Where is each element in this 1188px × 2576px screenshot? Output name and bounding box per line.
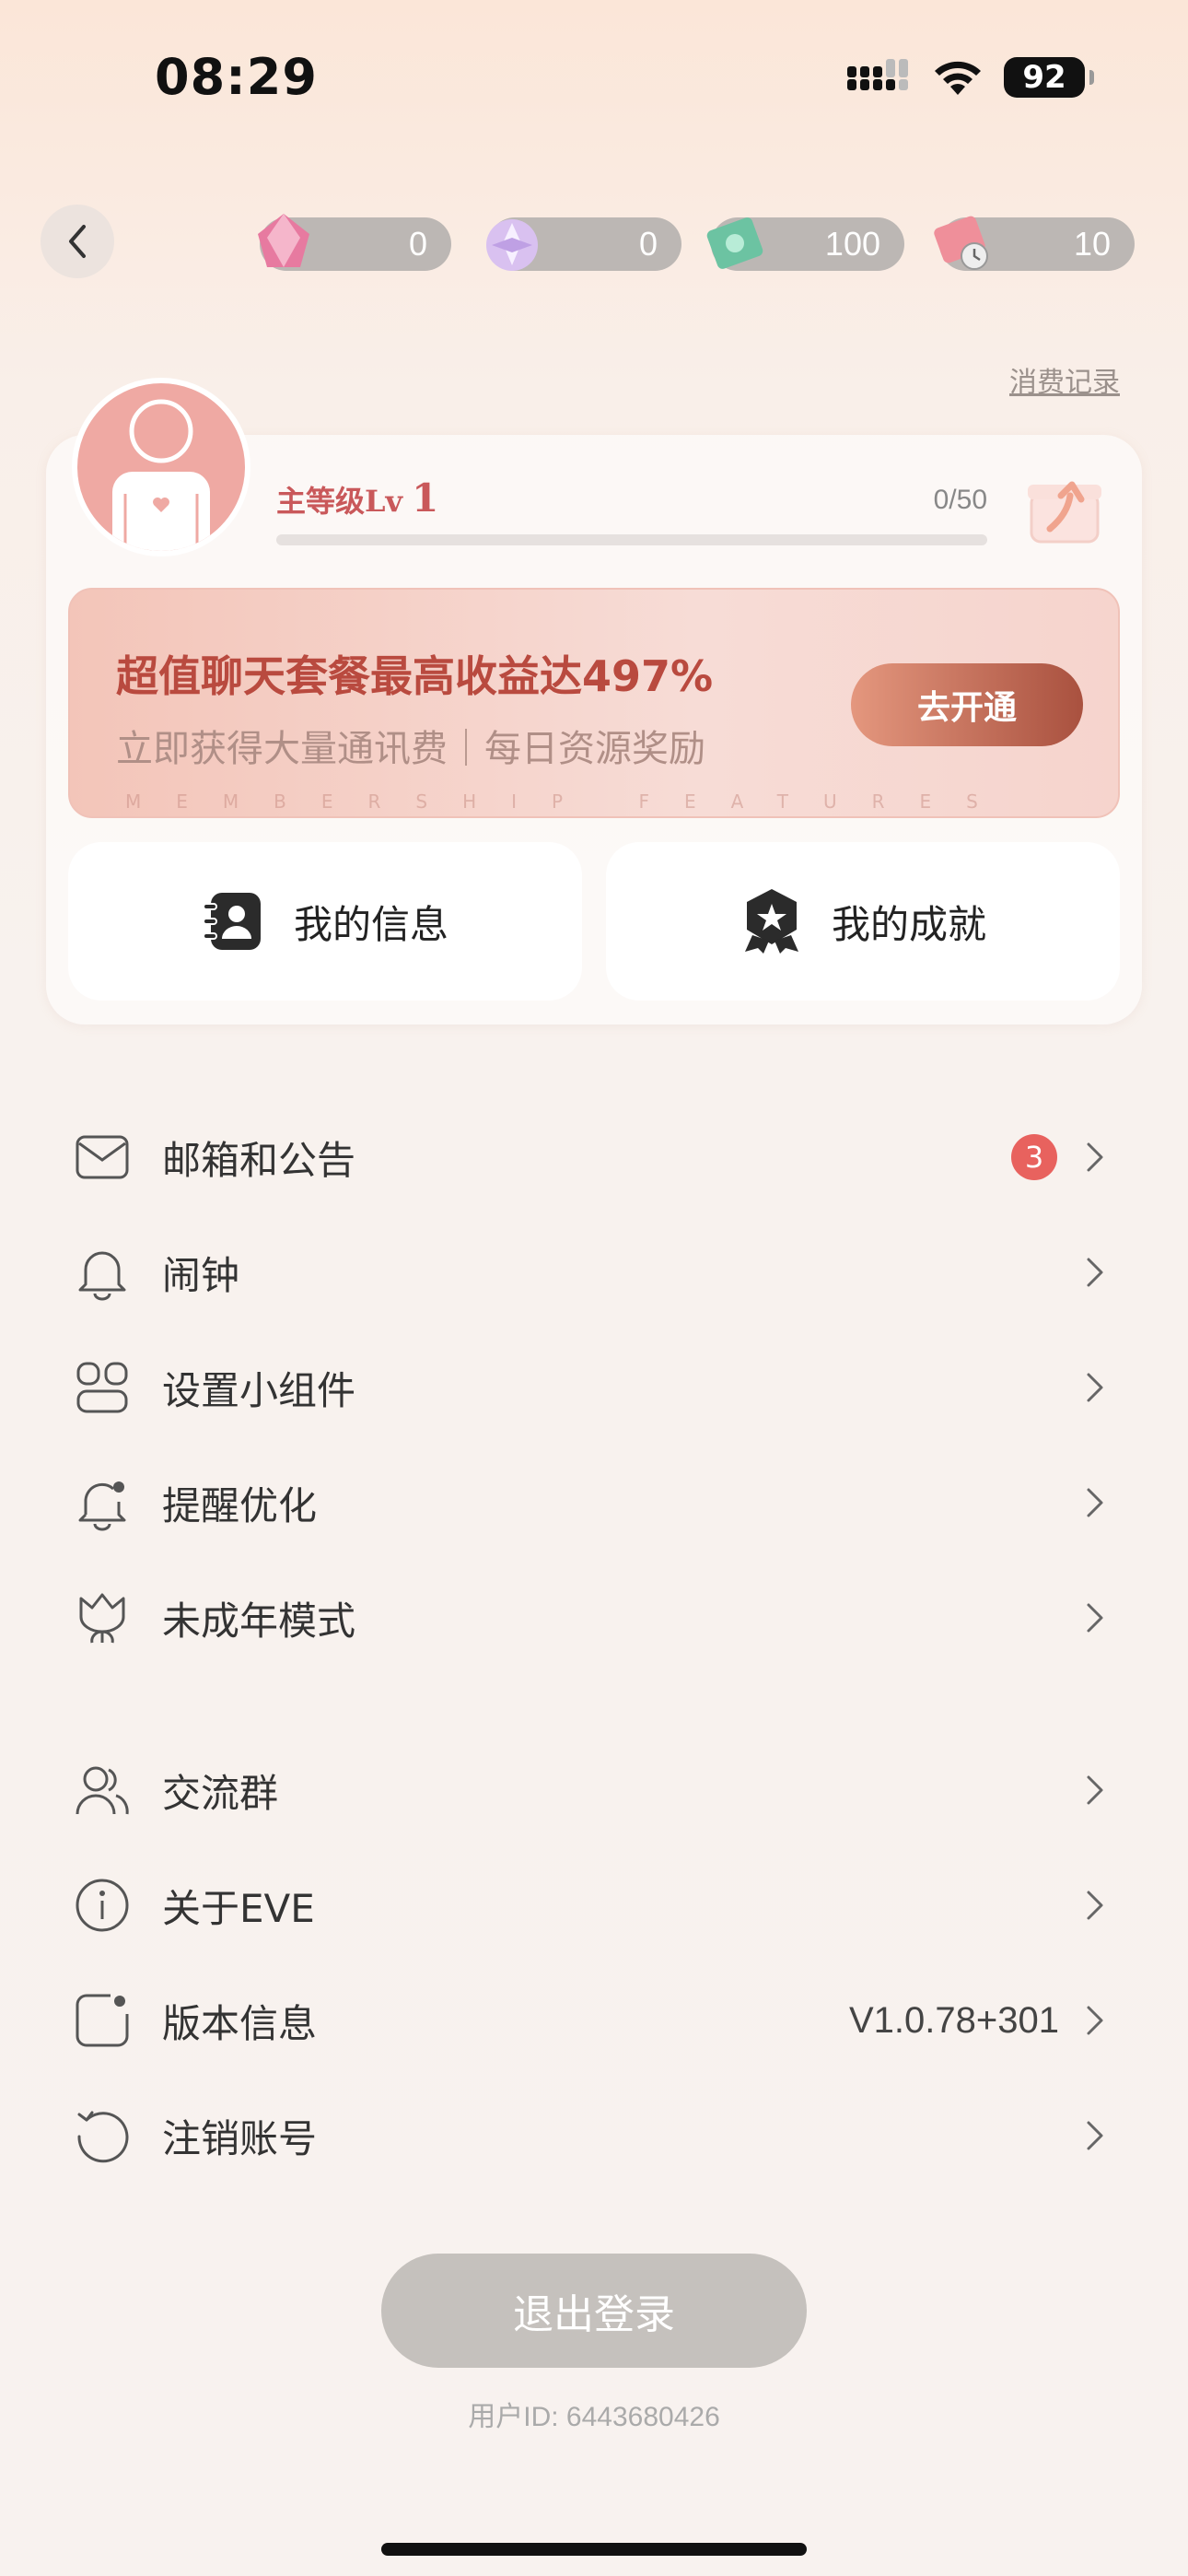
achievement-badge-icon bbox=[744, 889, 798, 954]
battery-indicator: 92 bbox=[1004, 57, 1094, 98]
currency-value: 100 bbox=[824, 225, 880, 263]
chevron-right-icon bbox=[1087, 1488, 1103, 1517]
menu-label: 设置小组件 bbox=[162, 1367, 356, 1413]
menu-label: 关于EVE bbox=[162, 1885, 315, 1931]
home-indicator[interactable] bbox=[381, 2543, 807, 2556]
menu-label: 提醒优化 bbox=[162, 1482, 318, 1528]
user-id-text: 用户ID: 6443680426 bbox=[468, 2402, 720, 2432]
level-number: 1 bbox=[412, 475, 439, 521]
chevron-right-icon bbox=[1087, 1891, 1103, 1920]
chevron-right-icon bbox=[1087, 1373, 1103, 1402]
mail-icon bbox=[72, 1127, 133, 1188]
level-progress-bar bbox=[276, 534, 987, 545]
pink-crystal-icon bbox=[258, 214, 309, 267]
status-icons: 92 bbox=[847, 57, 1094, 98]
timed-ticket-icon bbox=[934, 216, 988, 270]
unread-badge: 3 bbox=[1011, 1134, 1057, 1180]
status-time: 08:29 bbox=[155, 48, 318, 106]
chevron-right-icon bbox=[1087, 1775, 1103, 1805]
purple-orb-icon bbox=[486, 219, 538, 271]
my-achievements-button[interactable]: 我的成就 bbox=[606, 842, 1120, 1001]
promo-title: 超值聊天套餐最高收益达497% bbox=[116, 651, 714, 701]
green-ticket-icon bbox=[706, 217, 763, 269]
version-icon bbox=[72, 1990, 133, 2051]
cellular-signal-icon bbox=[847, 59, 908, 90]
my-achievements-label: 我的成就 bbox=[831, 901, 986, 947]
group-icon bbox=[72, 1760, 133, 1821]
currency-pink-crystal[interactable]: 0 bbox=[258, 214, 451, 271]
menu-label: 交流群 bbox=[162, 1770, 279, 1816]
menu-item-mailbox[interactable]: 邮箱和公告 3 bbox=[72, 1111, 1109, 1203]
default-avatar-icon bbox=[112, 399, 210, 551]
activate-button[interactable]: 去开通 bbox=[851, 663, 1083, 746]
menu-item-minor-mode[interactable]: 未成年模式 bbox=[72, 1572, 1109, 1664]
membership-promo-banner[interactable]: 超值聊天套餐最高收益达497% 立即获得大量通讯费｜每日资源奖励 去开通 MEM… bbox=[68, 588, 1120, 818]
menu-label: 注销账号 bbox=[162, 2115, 318, 2161]
chevron-right-icon bbox=[1087, 1258, 1103, 1287]
gift-upgrade-icon[interactable] bbox=[1024, 468, 1105, 549]
menu-item-community-group[interactable]: 交流群 bbox=[72, 1744, 1109, 1836]
refresh-icon bbox=[72, 2105, 133, 2166]
widget-icon bbox=[72, 1357, 133, 1418]
promo-footer-text: MEMBERSHIP FEATURES bbox=[125, 790, 1013, 813]
flower-icon bbox=[72, 1587, 133, 1648]
consumption-record-link[interactable]: 消费记录 bbox=[1009, 359, 1120, 400]
chevron-right-icon bbox=[1087, 1142, 1103, 1172]
menu-label: 版本信息 bbox=[162, 2000, 318, 2046]
menu-item-delete-account[interactable]: 注销账号 bbox=[72, 2090, 1109, 2182]
chevron-right-icon bbox=[1087, 2006, 1103, 2035]
wifi-icon bbox=[935, 61, 981, 95]
level-progress-text: 0/50 bbox=[933, 485, 987, 515]
menu-item-version[interactable]: 版本信息 V1.0.78+301 bbox=[72, 1974, 1109, 2067]
currency-value: 0 bbox=[408, 225, 427, 263]
level-label: 主等级Lv 1 bbox=[276, 475, 439, 521]
menu-item-about[interactable]: 关于EVE bbox=[72, 1859, 1109, 1951]
currency-value: 10 bbox=[1073, 225, 1111, 263]
promo-subtitle: 立即获得大量通讯费｜每日资源奖励 bbox=[116, 728, 705, 770]
notification-bell-icon bbox=[72, 1472, 133, 1533]
logout-button[interactable]: 退出登录 bbox=[381, 2254, 807, 2368]
info-icon bbox=[72, 1875, 133, 1936]
currency-value: 0 bbox=[638, 225, 658, 263]
currency-green-ticket[interactable]: 100 bbox=[706, 217, 904, 271]
menu-item-widgets[interactable]: 设置小组件 bbox=[72, 1341, 1109, 1434]
menu-label: 未成年模式 bbox=[162, 1598, 356, 1644]
chevron-left-icon bbox=[69, 225, 86, 258]
menu-item-reminder[interactable]: 提醒优化 bbox=[72, 1457, 1109, 1549]
back-button[interactable] bbox=[41, 205, 114, 278]
currency-purple-orb[interactable]: 0 bbox=[486, 217, 681, 271]
contact-card-icon bbox=[202, 893, 261, 950]
avatar[interactable] bbox=[72, 378, 250, 556]
menu-label: 邮箱和公告 bbox=[162, 1137, 356, 1183]
my-info-button[interactable]: 我的信息 bbox=[68, 842, 582, 1001]
chevron-right-icon bbox=[1087, 2121, 1103, 2150]
menu-item-alarm[interactable]: 闹钟 bbox=[72, 1226, 1109, 1318]
menu-label: 闹钟 bbox=[162, 1252, 240, 1298]
version-value: V1.0.78+301 bbox=[849, 1999, 1059, 2041]
bell-icon bbox=[72, 1242, 133, 1303]
chevron-right-icon bbox=[1087, 1603, 1103, 1633]
my-info-label: 我的信息 bbox=[293, 901, 448, 947]
currency-timed-ticket[interactable]: 10 bbox=[934, 216, 1135, 271]
